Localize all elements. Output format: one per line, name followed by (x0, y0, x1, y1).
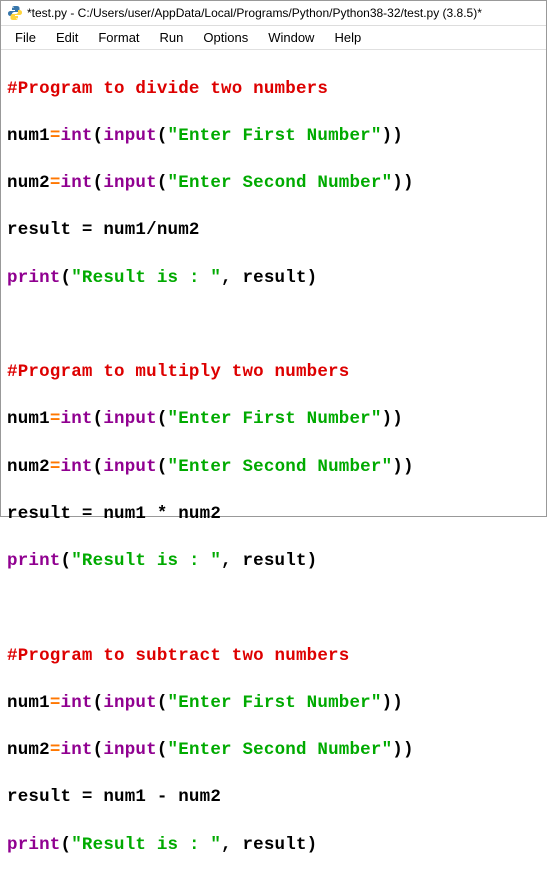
menu-file[interactable]: File (5, 28, 46, 47)
code-line: result = num1 - num2 (7, 786, 540, 810)
python-icon (7, 5, 23, 21)
code-line: result = num1/num2 (7, 219, 540, 243)
code-line: num2=int(input("Enter Second Number")) (7, 172, 540, 196)
comment: #Program to multiply two numbers (7, 362, 349, 382)
code-line: num2=int(input("Enter Second Number")) (7, 739, 540, 763)
comment: #Program to divide two numbers (7, 79, 328, 99)
code-line: #Program to multiply two numbers (7, 361, 540, 385)
code-line: result = num1 * num2 (7, 503, 540, 527)
code-line: print("Result is : ", result) (7, 267, 540, 291)
blank-line (7, 314, 540, 338)
code-line: num1=int(input("Enter First Number")) (7, 408, 540, 432)
code-line: print("Result is : ", result) (7, 550, 540, 574)
code-line: num2=int(input("Enter Second Number")) (7, 456, 540, 480)
window-title: *test.py - C:/Users/user/AppData/Local/P… (27, 6, 482, 20)
code-line: #Program to subtract two numbers (7, 645, 540, 669)
code-line: num1=int(input("Enter First Number")) (7, 692, 540, 716)
code-line: print("Result is : ", result) (7, 834, 540, 858)
window-titlebar: *test.py - C:/Users/user/AppData/Local/P… (1, 1, 546, 26)
blank-line (7, 597, 540, 621)
menu-window[interactable]: Window (258, 28, 324, 47)
code-line: num1=int(input("Enter First Number")) (7, 125, 540, 149)
menu-run[interactable]: Run (150, 28, 194, 47)
code-line: #Program to divide two numbers (7, 78, 540, 102)
menu-edit[interactable]: Edit (46, 28, 88, 47)
menu-options[interactable]: Options (193, 28, 258, 47)
menubar: File Edit Format Run Options Window Help (1, 26, 546, 50)
code-editor[interactable]: #Program to divide two numbers num1=int(… (1, 50, 546, 885)
menu-format[interactable]: Format (88, 28, 149, 47)
comment: #Program to subtract two numbers (7, 646, 349, 666)
menu-help[interactable]: Help (324, 28, 371, 47)
